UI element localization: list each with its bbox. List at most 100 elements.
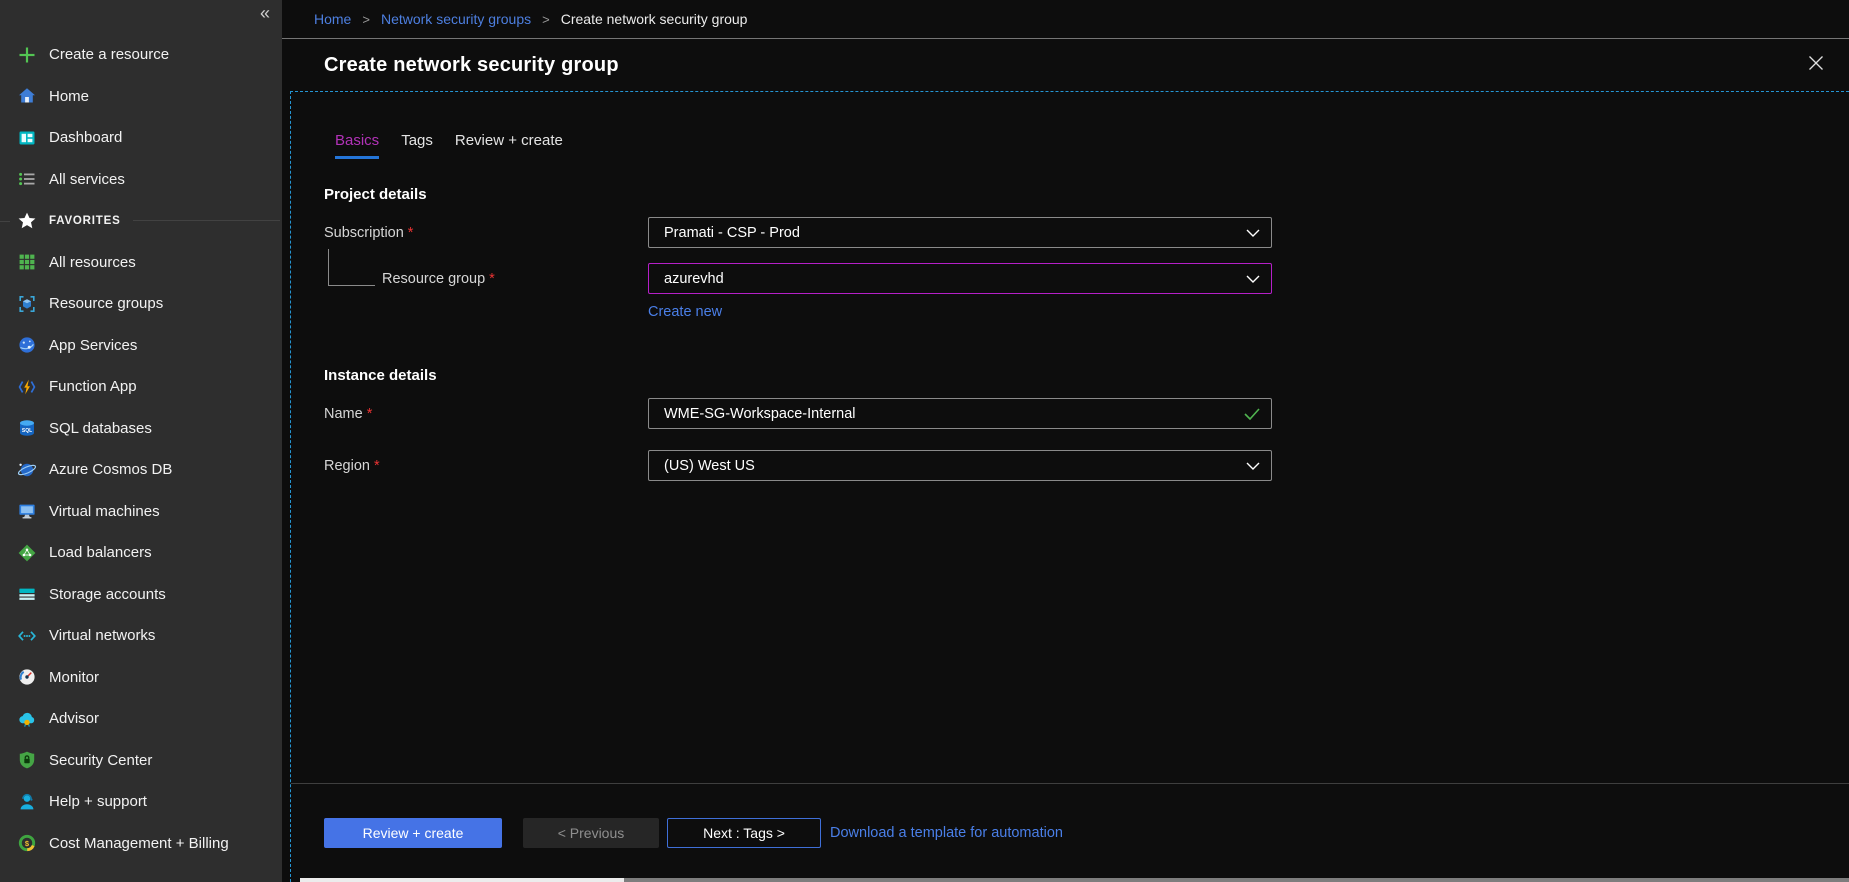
breadcrumb-separator-icon: > xyxy=(362,12,370,27)
sidebar-item-virtual-networks[interactable]: Virtual networks xyxy=(0,615,282,657)
valid-check-icon xyxy=(1244,408,1260,420)
required-asterisk: * xyxy=(367,406,373,422)
tab-review-create[interactable]: Review + create xyxy=(455,132,563,159)
resource-groups-icon xyxy=(17,294,37,314)
dashboard-icon xyxy=(17,128,37,148)
app-services-icon xyxy=(17,335,37,355)
download-template-link[interactable]: Download a template for automation xyxy=(830,825,1063,841)
sidebar-nav: Create a resource Home Dashboard All servic… xyxy=(0,34,282,864)
create-resource-icon xyxy=(17,45,37,65)
chevron-down-icon xyxy=(1246,275,1260,283)
sidebar-item-label: Help + support xyxy=(49,793,147,810)
breadcrumb-network-security-groups[interactable]: Network security groups xyxy=(381,11,531,27)
breadcrumb-create-network-security-group: Create network security group xyxy=(561,11,748,27)
svg-text:$: $ xyxy=(25,839,30,848)
next-tags-button[interactable]: Next : Tags > xyxy=(667,818,821,848)
horizontal-scrollbar[interactable] xyxy=(300,878,1849,882)
sidebar-item-home[interactable]: Home xyxy=(0,76,282,118)
load-balancers-icon xyxy=(17,543,37,563)
sidebar-item-label: Load balancers xyxy=(49,544,152,561)
sidebar-item-label: Monitor xyxy=(49,669,99,686)
svg-text:SQL: SQL xyxy=(22,428,32,434)
sidebar-item-load-balancers[interactable]: Load balancers xyxy=(0,532,282,574)
sidebar-item-label: Create a resource xyxy=(49,46,169,63)
region-row: Region* (US) West US xyxy=(324,450,1849,481)
sidebar-collapse-icon[interactable]: « xyxy=(260,4,270,22)
name-row: Name* WME-SG-Workspace-Internal xyxy=(324,398,1849,429)
sidebar-item-sql-databases[interactable]: SQL SQL databases xyxy=(0,408,282,450)
sidebar-item-label: Resource groups xyxy=(49,295,163,312)
sidebar-item-help-support[interactable]: Help + support xyxy=(0,781,282,823)
region-value: (US) West US xyxy=(664,458,755,474)
region-label-text: Region xyxy=(324,458,370,474)
chevron-down-icon xyxy=(1246,229,1260,237)
tab-tags[interactable]: Tags xyxy=(401,132,433,159)
page-title: Create network security group xyxy=(324,54,619,77)
advisor-icon xyxy=(17,709,37,729)
subscription-row: Subscription* Pramati - CSP - Prod xyxy=(324,217,1849,248)
name-label-text: Name xyxy=(324,406,363,422)
virtual-networks-icon xyxy=(17,626,37,646)
sidebar-item-cost-management-billing[interactable]: $Cost Management + Billing xyxy=(0,823,282,865)
sidebar-item-label: All services xyxy=(49,171,125,188)
favorites-divider xyxy=(133,220,280,221)
hierarchy-connector-line xyxy=(328,249,375,286)
footer-action-bar: Review + create < Previous Next : Tags >… xyxy=(291,783,1849,882)
subscription-dropdown[interactable]: Pramati - CSP - Prod xyxy=(648,217,1272,248)
name-input[interactable]: WME-SG-Workspace-Internal xyxy=(648,398,1272,429)
sidebar-item-label: Azure Cosmos DB xyxy=(49,461,172,478)
sidebar-item-label: Storage accounts xyxy=(49,586,166,603)
sidebar-item-security-center[interactable]: Security Center xyxy=(0,740,282,782)
sidebar-item-storage-accounts[interactable]: Storage accounts xyxy=(0,574,282,616)
sidebar-item-virtual-machines[interactable]: Virtual machines xyxy=(0,491,282,533)
sidebar-item-label: App Services xyxy=(49,337,137,354)
review-create-button[interactable]: Review + create xyxy=(324,818,502,848)
sidebar-item-create-a-resource[interactable]: Create a resource xyxy=(0,34,282,76)
home-icon xyxy=(17,86,37,106)
sidebar-item-all-resources[interactable]: All resources xyxy=(0,242,282,284)
sidebar-item-all-services[interactable]: All services xyxy=(0,159,282,201)
subscription-value: Pramati - CSP - Prod xyxy=(664,225,800,241)
required-asterisk: * xyxy=(374,458,380,474)
monitor-icon xyxy=(17,667,37,687)
horizontal-scrollbar-thumb[interactable] xyxy=(300,878,624,882)
resource-group-dropdown[interactable]: azurevhd xyxy=(648,263,1272,294)
sidebar-item-label: Advisor xyxy=(49,710,99,727)
region-label: Region* xyxy=(324,458,648,474)
resource-group-label-text: Resource group xyxy=(382,271,485,287)
name-value: WME-SG-Workspace-Internal xyxy=(664,406,856,422)
breadcrumb-home[interactable]: Home xyxy=(314,11,351,27)
sidebar-item-dashboard[interactable]: Dashboard xyxy=(0,117,282,159)
sidebar-item-advisor[interactable]: Advisor xyxy=(0,698,282,740)
subscription-label-text: Subscription xyxy=(324,225,404,241)
sidebar-item-label: SQL databases xyxy=(49,420,152,437)
main-area: Home>Network security groups>Create netw… xyxy=(282,0,1849,882)
sidebar-item-azure-cosmos-db[interactable]: Azure Cosmos DB xyxy=(0,449,282,491)
previous-button[interactable]: < Previous xyxy=(523,818,659,848)
tab-basics[interactable]: Basics xyxy=(335,132,379,159)
chevron-down-icon xyxy=(1246,462,1260,470)
azure-cosmos-db-icon xyxy=(17,460,37,480)
star-icon xyxy=(17,211,37,231)
sidebar-item-label: Function App xyxy=(49,378,137,395)
sidebar-item-app-services[interactable]: App Services xyxy=(0,325,282,367)
name-label: Name* xyxy=(324,406,648,422)
sidebar-item-label: Home xyxy=(49,88,89,105)
sidebar-item-label: Dashboard xyxy=(49,129,122,146)
storage-accounts-icon xyxy=(17,584,37,604)
sidebar-item-monitor[interactable]: Monitor xyxy=(0,657,282,699)
create-new-link[interactable]: Create new xyxy=(648,304,722,320)
project-details-heading: Project details xyxy=(324,186,1849,203)
title-bar: Create network security group xyxy=(282,39,1849,91)
sidebar: « Create a resource Home Dashboard All serv… xyxy=(0,0,282,882)
close-button[interactable] xyxy=(1807,54,1827,74)
required-asterisk: * xyxy=(489,271,495,287)
tab-bar: Basics Tags Review + create xyxy=(335,132,1849,159)
sidebar-item-resource-groups[interactable]: Resource groups xyxy=(0,283,282,325)
sidebar-item-favorites: FAVORITES xyxy=(0,200,282,242)
sql-databases-icon: SQL xyxy=(17,418,37,438)
region-dropdown[interactable]: (US) West US xyxy=(648,450,1272,481)
sidebar-item-function-app[interactable]: Function App xyxy=(0,366,282,408)
virtual-machines-icon xyxy=(17,501,37,521)
sidebar-header: « xyxy=(0,0,282,34)
